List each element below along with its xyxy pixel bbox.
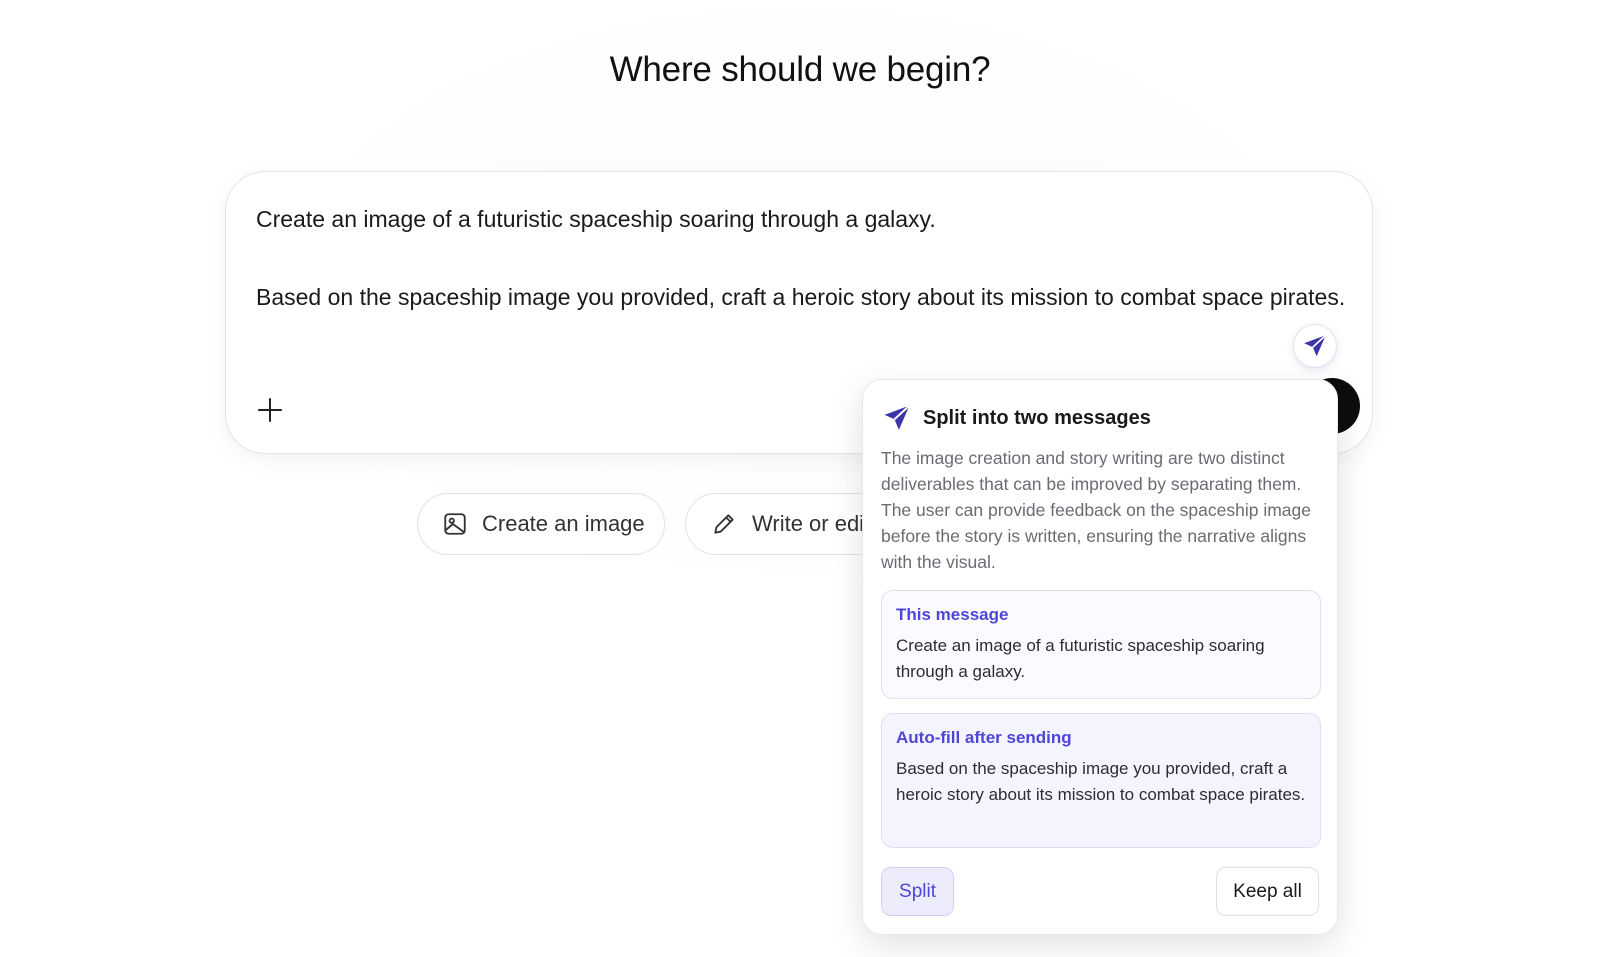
popover-description: The image creation and story writing are… [881,448,1311,572]
popover-header: Split into two messages [881,402,1151,434]
keep-all-button[interactable]: Keep all [1216,867,1319,916]
popover-title: Split into two messages [923,406,1151,429]
auto-fill-text: Based on the spaceship image you provide… [896,759,1306,804]
chip-label: Create an image [482,511,645,536]
auto-fill-card: Auto-fill after sending Based on the spa… [881,713,1321,848]
prompt-paragraph-2: Based on the spaceship image you provide… [256,284,1346,310]
this-message-text: Create an image of a futuristic spaceshi… [896,636,1265,681]
pencil-icon [710,510,738,538]
plus-icon [258,398,282,422]
paper-plane-icon [1304,334,1327,357]
paper-plane-icon [881,402,913,434]
this-message-label: This message [896,605,1009,624]
page: Where should we begin? Create an image o… [0,0,1600,957]
prompt-paragraph-1: Create an image of a futuristic spaceshi… [256,206,936,232]
suggestion-chips: Create an image Write or edi [417,493,925,555]
page-title: Where should we begin? [609,50,991,89]
create-image-chip[interactable]: Create an image [417,493,665,555]
split-button[interactable]: Split [881,867,954,916]
this-message-card: This message Create an image of a futuri… [881,590,1321,699]
split-suggestion-button[interactable] [1293,324,1337,368]
image-icon [442,510,468,538]
split-popover: Split into two messages The image creati… [862,379,1338,935]
add-attachment-button[interactable] [250,390,290,430]
auto-fill-label: Auto-fill after sending [896,728,1072,747]
prompt-input[interactable]: Create an image of a futuristic spaceshi… [256,200,1346,356]
chip-label: Write or edi [752,511,865,536]
